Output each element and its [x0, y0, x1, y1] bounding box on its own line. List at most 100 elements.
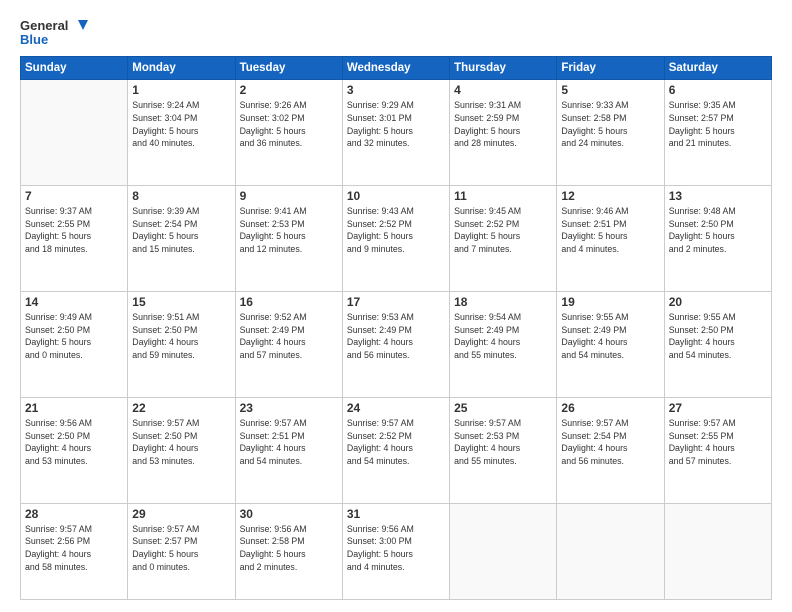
day-number: 10 [347, 189, 445, 203]
day-info: Sunrise: 9:53 AM Sunset: 2:49 PM Dayligh… [347, 311, 445, 362]
calendar-cell: 17 Sunrise: 9:53 AM Sunset: 2:49 PM Dayli… [342, 291, 449, 397]
day-info: Sunrise: 9:54 AM Sunset: 2:49 PM Dayligh… [454, 311, 552, 362]
calendar-cell: 13 Sunrise: 9:48 AM Sunset: 2:50 PM Dayli… [664, 185, 771, 291]
day-number: 6 [669, 83, 767, 97]
calendar-cell: 5 Sunrise: 9:33 AM Sunset: 2:58 PM Daylig… [557, 80, 664, 186]
calendar-cell: 1Sunrise: 9:24 AM Sunset: 3:04 PM Daylig… [128, 80, 235, 186]
day-info: Sunrise: 9:57 AM Sunset: 2:55 PM Dayligh… [669, 417, 767, 468]
day-number: 4 [454, 83, 552, 97]
day-info: Sunrise: 9:26 AM Sunset: 3:02 PM Dayligh… [240, 99, 338, 150]
day-number: 22 [132, 401, 230, 415]
calendar-cell: 18 Sunrise: 9:54 AM Sunset: 2:49 PM Dayli… [450, 291, 557, 397]
week-row-5: 28 Sunrise: 9:57 AM Sunset: 2:56 PM Dayli… [21, 503, 772, 599]
day-info: Sunrise: 9:33 AM Sunset: 2:58 PM Dayligh… [561, 99, 659, 150]
calendar-cell: 25 Sunrise: 9:57 AM Sunset: 2:53 PM Dayli… [450, 397, 557, 503]
day-number: 18 [454, 295, 552, 309]
day-number: 13 [669, 189, 767, 203]
day-number: 16 [240, 295, 338, 309]
logo: GeneralBlue [20, 16, 92, 48]
logo-icon: GeneralBlue [20, 16, 90, 48]
day-info: Sunrise: 9:57 AM Sunset: 2:50 PM Dayligh… [132, 417, 230, 468]
day-number: 12 [561, 189, 659, 203]
day-number: 1 [132, 83, 230, 97]
day-info: Sunrise: 9:55 AM Sunset: 2:49 PM Dayligh… [561, 311, 659, 362]
calendar-cell: 4 Sunrise: 9:31 AM Sunset: 2:59 PM Daylig… [450, 80, 557, 186]
day-info: Sunrise: 9:39 AM Sunset: 2:54 PM Dayligh… [132, 205, 230, 256]
calendar-table: SundayMondayTuesdayWednesdayThursdayFrid… [20, 56, 772, 600]
day-info: Sunrise: 9:57 AM Sunset: 2:56 PM Dayligh… [25, 523, 123, 574]
day-number: 20 [669, 295, 767, 309]
day-number: 17 [347, 295, 445, 309]
day-info: Sunrise: 9:57 AM Sunset: 2:52 PM Dayligh… [347, 417, 445, 468]
day-number: 8 [132, 189, 230, 203]
calendar-cell: 24 Sunrise: 9:57 AM Sunset: 2:52 PM Dayli… [342, 397, 449, 503]
day-info: Sunrise: 9:57 AM Sunset: 2:54 PM Dayligh… [561, 417, 659, 468]
week-row-1: 1Sunrise: 9:24 AM Sunset: 3:04 PM Daylig… [21, 80, 772, 186]
weekday-header-sunday: Sunday [21, 57, 128, 80]
day-number: 26 [561, 401, 659, 415]
day-number: 15 [132, 295, 230, 309]
weekday-header-thursday: Thursday [450, 57, 557, 80]
calendar-cell: 19 Sunrise: 9:55 AM Sunset: 2:49 PM Dayli… [557, 291, 664, 397]
calendar-cell: 14 Sunrise: 9:49 AM Sunset: 2:50 PM Dayli… [21, 291, 128, 397]
calendar-cell: 31Sunrise: 9:56 AM Sunset: 3:00 PM Dayli… [342, 503, 449, 599]
calendar-cell: 29Sunrise: 9:57 AM Sunset: 2:57 PM Dayli… [128, 503, 235, 599]
day-number: 7 [25, 189, 123, 203]
calendar-cell: 10 Sunrise: 9:43 AM Sunset: 2:52 PM Dayli… [342, 185, 449, 291]
svg-text:General: General [20, 18, 68, 33]
calendar-cell: 23 Sunrise: 9:57 AM Sunset: 2:51 PM Dayli… [235, 397, 342, 503]
weekday-header-monday: Monday [128, 57, 235, 80]
calendar-cell: 11Sunrise: 9:45 AM Sunset: 2:52 PM Dayli… [450, 185, 557, 291]
calendar-cell: 26 Sunrise: 9:57 AM Sunset: 2:54 PM Dayli… [557, 397, 664, 503]
calendar-cell: 30Sunrise: 9:56 AM Sunset: 2:58 PM Dayli… [235, 503, 342, 599]
calendar-cell [450, 503, 557, 599]
day-number: 23 [240, 401, 338, 415]
day-number: 24 [347, 401, 445, 415]
day-info: Sunrise: 9:41 AM Sunset: 2:53 PM Dayligh… [240, 205, 338, 256]
calendar-cell: 20 Sunrise: 9:55 AM Sunset: 2:50 PM Dayli… [664, 291, 771, 397]
day-info: Sunrise: 9:55 AM Sunset: 2:50 PM Dayligh… [669, 311, 767, 362]
day-number: 21 [25, 401, 123, 415]
weekday-header-tuesday: Tuesday [235, 57, 342, 80]
day-number: 25 [454, 401, 552, 415]
calendar-cell: 28 Sunrise: 9:57 AM Sunset: 2:56 PM Dayli… [21, 503, 128, 599]
calendar-cell: 15 Sunrise: 9:51 AM Sunset: 2:50 PM Dayli… [128, 291, 235, 397]
day-info: Sunrise: 9:57 AM Sunset: 2:57 PM Dayligh… [132, 523, 230, 574]
day-info: Sunrise: 9:29 AM Sunset: 3:01 PM Dayligh… [347, 99, 445, 150]
day-info: Sunrise: 9:31 AM Sunset: 2:59 PM Dayligh… [454, 99, 552, 150]
day-info: Sunrise: 9:52 AM Sunset: 2:49 PM Dayligh… [240, 311, 338, 362]
day-number: 19 [561, 295, 659, 309]
calendar-cell: 27Sunrise: 9:57 AM Sunset: 2:55 PM Dayli… [664, 397, 771, 503]
day-info: Sunrise: 9:45 AM Sunset: 2:52 PM Dayligh… [454, 205, 552, 256]
page: GeneralBlue SundayMondayTuesdayWednesday… [0, 0, 792, 612]
day-info: Sunrise: 9:51 AM Sunset: 2:50 PM Dayligh… [132, 311, 230, 362]
calendar-cell [557, 503, 664, 599]
day-number: 30 [240, 507, 338, 521]
calendar-cell [21, 80, 128, 186]
calendar-cell: 7 Sunrise: 9:37 AM Sunset: 2:55 PM Daylig… [21, 185, 128, 291]
day-info: Sunrise: 9:35 AM Sunset: 2:57 PM Dayligh… [669, 99, 767, 150]
day-info: Sunrise: 9:37 AM Sunset: 2:55 PM Dayligh… [25, 205, 123, 256]
day-info: Sunrise: 9:48 AM Sunset: 2:50 PM Dayligh… [669, 205, 767, 256]
svg-text:Blue: Blue [20, 32, 48, 47]
weekday-header-row: SundayMondayTuesdayWednesdayThursdayFrid… [21, 57, 772, 80]
calendar-cell: 8 Sunrise: 9:39 AM Sunset: 2:54 PM Daylig… [128, 185, 235, 291]
day-number: 9 [240, 189, 338, 203]
day-info: Sunrise: 9:56 AM Sunset: 3:00 PM Dayligh… [347, 523, 445, 574]
day-info: Sunrise: 9:57 AM Sunset: 2:51 PM Dayligh… [240, 417, 338, 468]
day-number: 2 [240, 83, 338, 97]
day-info: Sunrise: 9:56 AM Sunset: 2:50 PM Dayligh… [25, 417, 123, 468]
day-info: Sunrise: 9:49 AM Sunset: 2:50 PM Dayligh… [25, 311, 123, 362]
calendar-cell: 3Sunrise: 9:29 AM Sunset: 3:01 PM Daylig… [342, 80, 449, 186]
day-number: 14 [25, 295, 123, 309]
day-info: Sunrise: 9:46 AM Sunset: 2:51 PM Dayligh… [561, 205, 659, 256]
calendar-cell: 21 Sunrise: 9:56 AM Sunset: 2:50 PM Dayli… [21, 397, 128, 503]
day-info: Sunrise: 9:43 AM Sunset: 2:52 PM Dayligh… [347, 205, 445, 256]
day-number: 5 [561, 83, 659, 97]
weekday-header-friday: Friday [557, 57, 664, 80]
week-row-2: 7 Sunrise: 9:37 AM Sunset: 2:55 PM Daylig… [21, 185, 772, 291]
calendar-cell: 16 Sunrise: 9:52 AM Sunset: 2:49 PM Dayli… [235, 291, 342, 397]
day-info: Sunrise: 9:57 AM Sunset: 2:53 PM Dayligh… [454, 417, 552, 468]
day-number: 28 [25, 507, 123, 521]
calendar-cell: 6 Sunrise: 9:35 AM Sunset: 2:57 PM Daylig… [664, 80, 771, 186]
